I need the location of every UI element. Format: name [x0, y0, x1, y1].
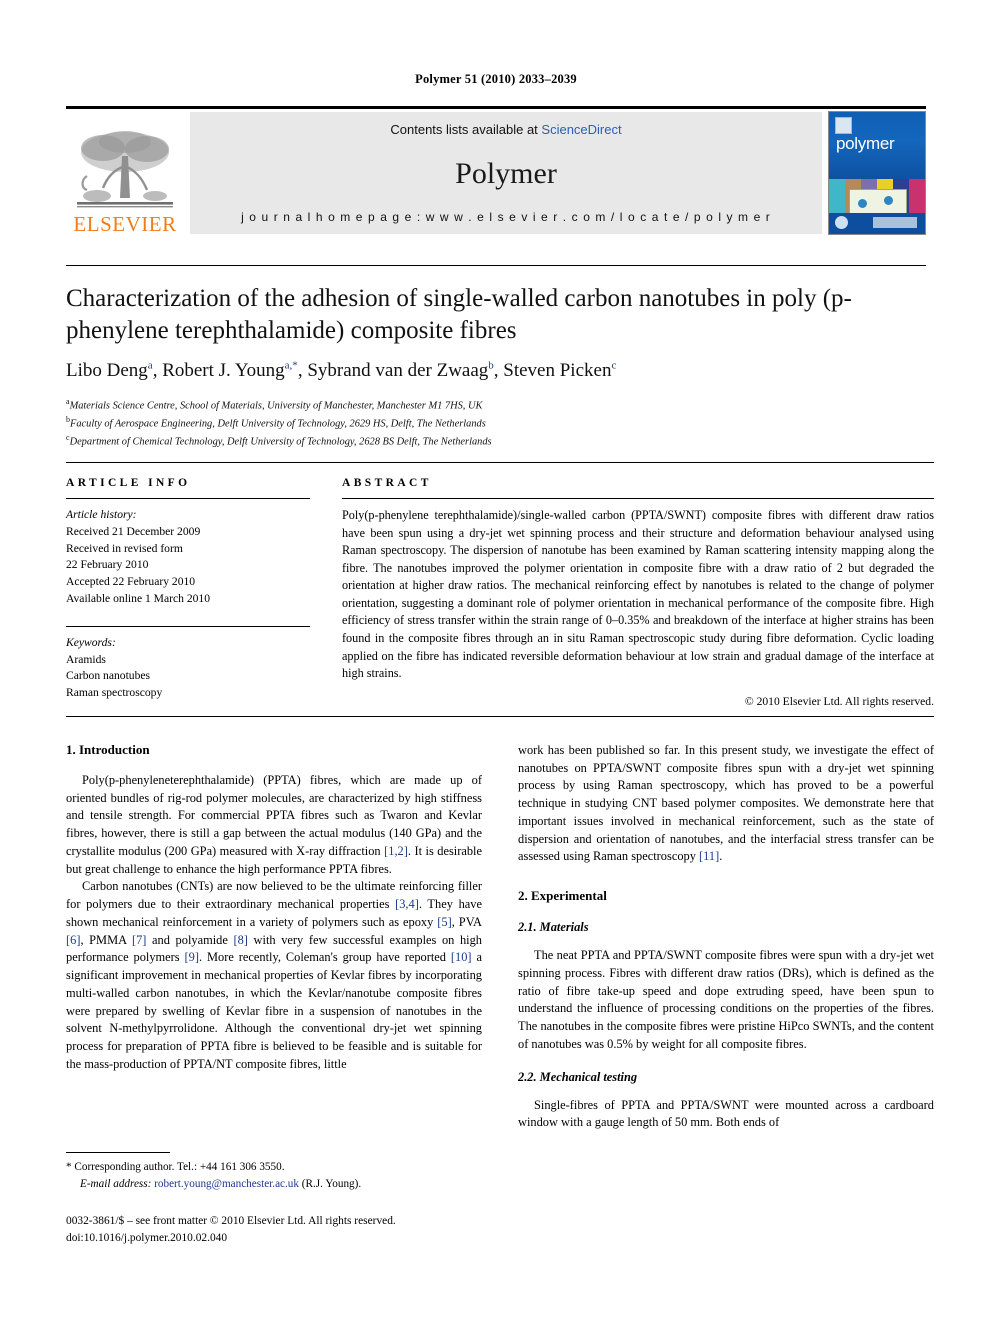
info-abstract-block: ARTICLE INFO Article history: Received 2…	[66, 462, 934, 708]
history-item: 22 February 2010	[66, 558, 149, 572]
sciencedirect-band: Contents lists available at ScienceDirec…	[190, 112, 822, 234]
paragraph-materials: The neat PPTA and PPTA/SWNT composite fi…	[518, 948, 934, 1051]
elsevier-wordmark: ELSEVIER	[73, 212, 177, 236]
paragraph-intro-continuation: work has been published so far. In this …	[518, 743, 934, 864]
abstract-heading: ABSTRACT	[342, 477, 432, 489]
article-history-label: Article history:	[66, 508, 137, 521]
article-info-column: ARTICLE INFO Article history: Received 2…	[66, 463, 310, 708]
abstract-copyright: © 2010 Elsevier Ltd. All rights reserved…	[744, 694, 934, 708]
section-heading-experimental: 2. Experimental	[518, 888, 607, 904]
body-columns: 1. Introduction Poly(p-phenyleneterephth…	[66, 742, 934, 1132]
footnote-divider	[66, 1152, 170, 1153]
journal-title: Polymer	[455, 156, 557, 190]
article-info-rule	[66, 498, 310, 499]
citation-ref[interactable]: [11]	[699, 849, 719, 863]
email-suffix: (R.J. Young).	[301, 1177, 362, 1190]
title-divider	[66, 265, 926, 266]
running-head: Polymer 51 (2010) 2033–2039	[415, 72, 577, 86]
citation-ref[interactable]: [8]	[233, 933, 247, 947]
affiliation-item: cDepartment of Chemical Technology, Delf…	[66, 433, 492, 448]
keyword-item: Raman spectroscopy	[66, 686, 163, 700]
contents-prefix: Contents lists available at	[390, 122, 542, 137]
abstract-column: ABSTRACT Poly(p-phenylene terephthalamid…	[310, 463, 934, 708]
cover-publisher-mark	[873, 217, 917, 228]
section-heading-introduction: 1. Introduction	[66, 742, 150, 757]
article-info-heading: ARTICLE INFO	[66, 477, 191, 489]
subsection-heading-mechanical-testing: 2.2. Mechanical testing	[518, 1069, 638, 1084]
citation-ref[interactable]: [7]	[132, 933, 146, 947]
email-note: E-mail address: robert.young@manchester.…	[66, 1176, 482, 1193]
abstract-text: Poly(p-phenylene terephthalamide)/single…	[342, 508, 934, 681]
subsection-heading-materials: 2.1. Materials	[518, 920, 589, 935]
journal-masthead: ELSEVIER Contents lists available at Sci…	[66, 106, 926, 237]
keywords-block: Keywords: Aramids Carbon nanotubes Raman…	[66, 635, 310, 702]
history-item: Accepted 22 February 2010	[66, 575, 196, 589]
elsevier-tree-icon	[77, 131, 173, 208]
citation-ref[interactable]: [6]	[66, 933, 80, 947]
affiliation-item: bFaculty of Aerospace Engineering, Delft…	[66, 415, 486, 430]
paragraph-intro-2: Carbon nanotubes (CNTs) are now believed…	[66, 879, 483, 1071]
keyword-item: Carbon nanotubes	[66, 669, 151, 683]
citation-ref[interactable]: [1,2]	[384, 844, 408, 858]
footnote-block: * Corresponding author. Tel.: +44 161 30…	[66, 1152, 482, 1193]
corresponding-author-note: * Corresponding author. Tel.: +44 161 30…	[66, 1161, 285, 1173]
body-column-right: work has been published so far. In this …	[518, 742, 934, 1132]
history-item: Received 21 December 2009	[66, 524, 201, 538]
journal-cover-thumbnail[interactable]: polymer	[828, 111, 926, 235]
abstract-bottom-divider	[66, 716, 934, 717]
doi-line: doi:10.1016/j.polymer.2010.02.040	[66, 1232, 228, 1245]
email-link[interactable]: robert.young@manchester.ac.uk	[154, 1178, 299, 1190]
cover-journal-title: polymer	[836, 134, 895, 153]
keywords-rule	[66, 625, 310, 627]
journal-homepage-link[interactable]: j o u r n a l h o m e p a g e : w w w . …	[241, 210, 771, 224]
history-item: Available online 1 March 2010	[66, 591, 211, 605]
citation-ref[interactable]: [5]	[437, 915, 451, 929]
body-column-left: 1. Introduction Poly(p-phenyleneterephth…	[66, 742, 482, 1132]
sciencedirect-link[interactable]: ScienceDirect	[541, 122, 621, 137]
elsevier-logo: ELSEVIER	[66, 109, 184, 237]
cover-ipi-logo-icon	[835, 117, 852, 134]
page-title: Characterization of the adhesion of sing…	[66, 285, 852, 344]
affiliation-list: aMaterials Science Centre, School of Mat…	[66, 396, 934, 451]
keywords-label: Keywords:	[66, 635, 116, 649]
history-item: Received in revised form	[66, 541, 183, 555]
cover-availability-icon	[835, 216, 848, 229]
article-page: Polymer 51 (2010) 2033–2039 ELSEVIER Con…	[0, 0, 992, 1323]
imprint-block: 0032-3861/$ – see front matter © 2010 El…	[66, 1213, 566, 1247]
paragraph-intro-1: Poly(p-phenyleneterephthalamide) (PPTA) …	[66, 773, 483, 876]
citation-ref[interactable]: [10]	[451, 950, 472, 964]
authors-text: Libo Denga, Robert J. Younga,*, Sybrand …	[66, 360, 617, 382]
keyword-item: Aramids	[66, 652, 106, 666]
citation-ref[interactable]: [3,4]	[395, 897, 419, 911]
contents-available-line: Contents lists available at ScienceDirec…	[390, 122, 621, 137]
email-label: E-mail address:	[80, 1177, 152, 1190]
citation-ref[interactable]: [9]	[185, 950, 199, 964]
issn-line: 0032-3861/$ – see front matter © 2010 El…	[66, 1215, 396, 1227]
abstract-rule	[342, 498, 934, 499]
paragraph-mechanical-testing: Single-fibres of PPTA and PPTA/SWNT were…	[518, 1097, 934, 1130]
affiliation-item: aMaterials Science Centre, School of Mat…	[66, 397, 483, 412]
author-list: Libo Denga, Robert J. Younga,*, Sybrand …	[66, 360, 934, 382]
article-history-block: Article history: Received 21 December 20…	[66, 507, 310, 608]
